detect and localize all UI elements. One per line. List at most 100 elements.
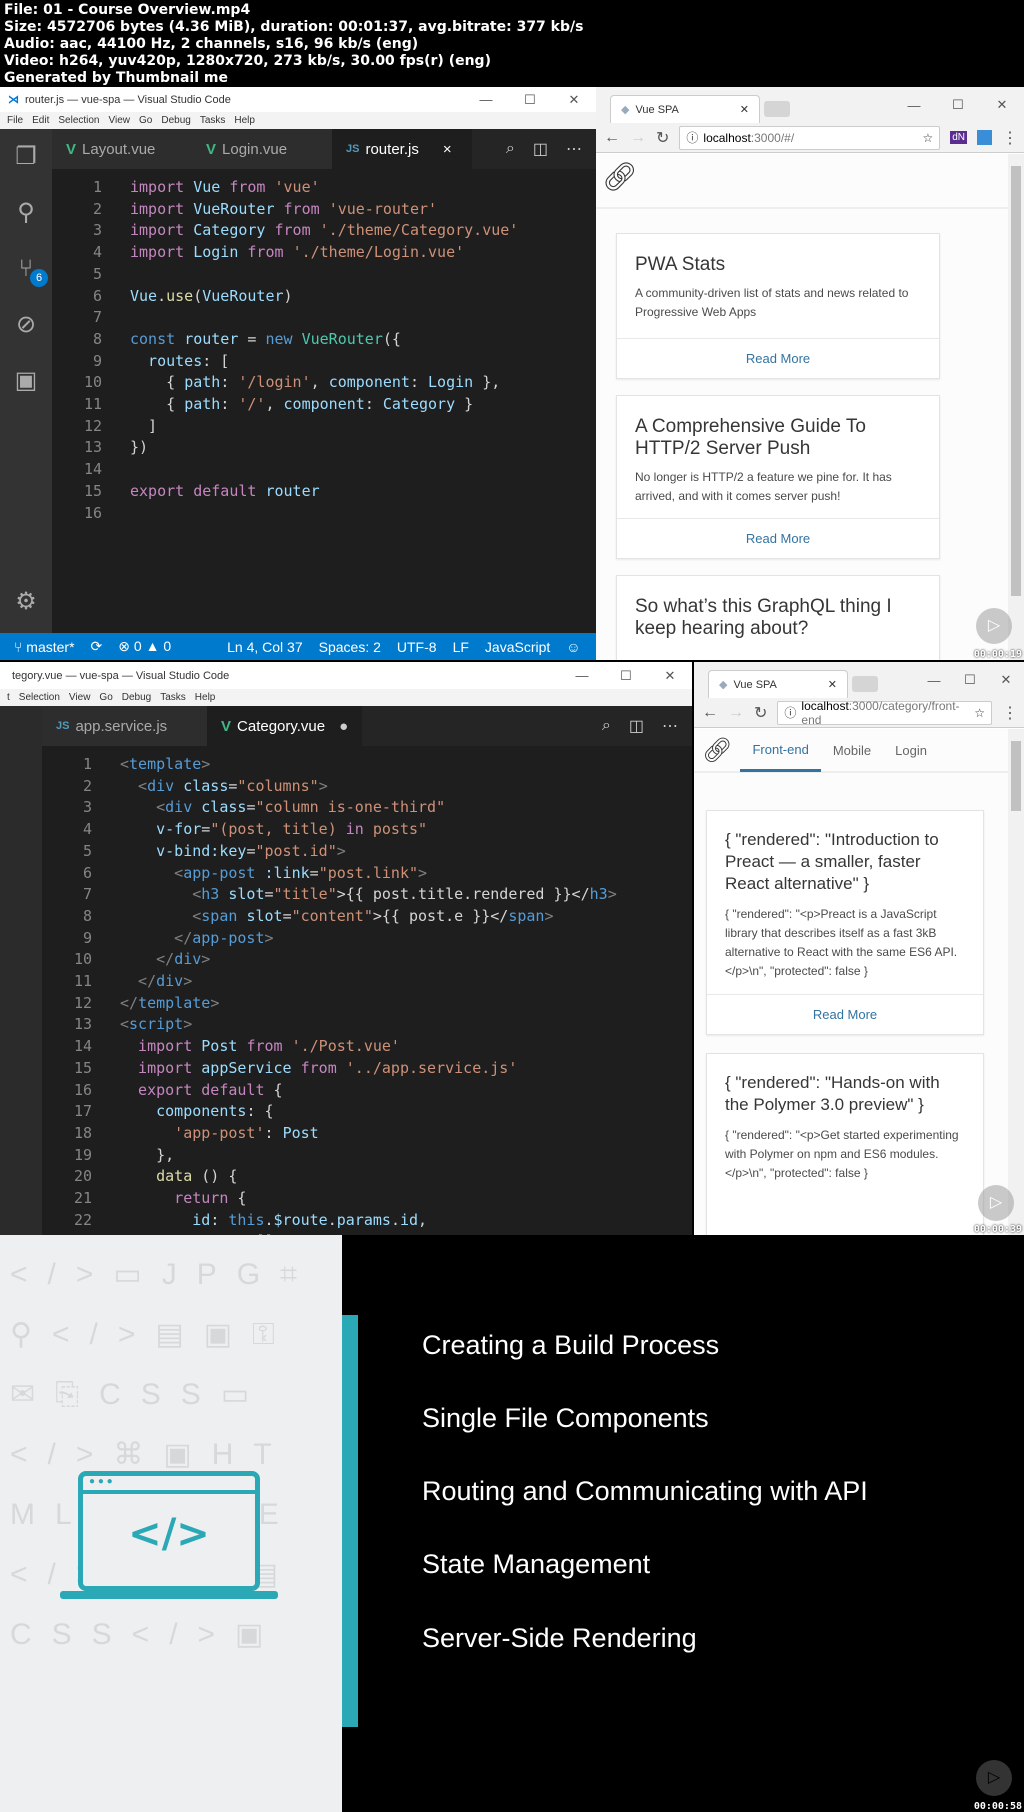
menu-item[interactable]: Debug <box>122 692 151 703</box>
code-line[interactable]: 9 </app-post> <box>42 928 617 950</box>
line-ending[interactable]: LF <box>453 639 469 655</box>
code-line[interactable]: 14 import Post from './Post.vue' <box>42 1036 617 1058</box>
extensions-icon[interactable]: ▣ <box>0 353 52 409</box>
code-line[interactable]: 10 </div> <box>42 949 617 971</box>
code-line[interactable]: 20 data () { <box>42 1166 617 1188</box>
browser-tab[interactable]: ◆ Vue SPA ✕ <box>610 95 760 123</box>
split-editor-icon[interactable]: ◫ <box>533 139 548 159</box>
source-control-icon[interactable]: ⑂ 6 <box>0 241 52 297</box>
git-branch[interactable]: ⑂ master* <box>14 639 75 655</box>
menu-item[interactable]: Selection <box>19 692 60 703</box>
chrome-menu-icon[interactable]: ⋮ <box>1002 128 1018 148</box>
code-line[interactable]: 2 import VueRouter from 'vue-router' <box>52 199 518 221</box>
open-preview-icon[interactable]: ⌕ <box>602 717 611 735</box>
nav-login[interactable]: Login <box>883 743 939 758</box>
code-line[interactable]: 1 import Vue from 'vue' <box>52 177 518 199</box>
menu-item[interactable]: View <box>109 115 131 126</box>
code-line[interactable]: 5 <box>52 264 518 286</box>
close-button[interactable]: ✕ <box>648 668 692 684</box>
settings-gear-icon[interactable]: ⚙ <box>0 574 52 630</box>
reload-icon[interactable]: ↻ <box>754 703 767 723</box>
nav-front-end[interactable]: Front-end <box>740 729 821 772</box>
code-line[interactable]: 1 <template> <box>42 754 617 776</box>
maximize-button[interactable]: ☐ <box>604 668 648 684</box>
menu-item[interactable]: Tasks <box>200 115 226 126</box>
maximize-button[interactable]: ☐ <box>952 672 988 688</box>
code-line[interactable]: 16 export default { <box>42 1080 617 1102</box>
code-line[interactable]: 15 import appService from '../app.servic… <box>42 1058 617 1080</box>
code-line[interactable]: 17 components: { <box>42 1101 617 1123</box>
address-bar[interactable]: ⓘ localhost:3000/#/☆ <box>679 125 941 150</box>
reload-icon[interactable]: ↻ <box>656 128 669 148</box>
language-mode[interactable]: JavaScript <box>485 639 550 655</box>
cursor-position[interactable]: Ln 4, Col 37 <box>227 639 303 655</box>
code-line[interactable]: 18 'app-post': Post <box>42 1123 617 1145</box>
minimize-button[interactable]: — <box>464 92 508 107</box>
encoding[interactable]: UTF-8 <box>397 639 437 655</box>
site-logo-link-icon[interactable]: 🔗︎ <box>694 736 740 765</box>
menu-item[interactable]: Selection <box>58 115 99 126</box>
minimize-button[interactable]: — <box>892 98 936 113</box>
code-line[interactable]: 3 <div class="column is-one-third" <box>42 797 617 819</box>
more-actions-icon[interactable]: ⋯ <box>566 139 582 159</box>
code-line[interactable]: 12 ] <box>52 416 518 438</box>
feedback-smiley-icon[interactable]: ☺ <box>566 639 580 655</box>
chrome-menu-icon[interactable]: ⋮ <box>1002 703 1018 723</box>
code-line[interactable]: 16 <box>52 503 518 525</box>
code-line[interactable]: 7 <h3 slot="title">{{ post.title.rendere… <box>42 884 617 906</box>
tab-layout-vue[interactable]: V Layout.vue <box>52 129 192 169</box>
search-icon[interactable]: ⚲ <box>0 185 52 241</box>
close-button[interactable]: ✕ <box>552 92 596 108</box>
minimize-button[interactable]: — <box>916 673 952 688</box>
read-more-link[interactable]: Read More <box>617 518 939 558</box>
page-scrollbar[interactable] <box>1008 729 1024 1235</box>
code-line[interactable]: 5 v-bind:key="post.id"> <box>42 841 617 863</box>
code-line[interactable]: 8 <span slot="content">{{ post.e }}</spa… <box>42 906 617 928</box>
code-editor[interactable]: 1 <template> 2 <div class="columns"> 3 <div… <box>42 754 617 1235</box>
bookmark-star-icon[interactable]: ☆ <box>974 706 985 720</box>
close-tab-icon[interactable]: ✕ <box>740 103 749 116</box>
nav-mobile[interactable]: Mobile <box>821 743 883 758</box>
code-line[interactable]: 6 <app-post :link="post.link"> <box>42 863 617 885</box>
code-line[interactable]: 14 <box>52 459 518 481</box>
code-line[interactable]: 13}) <box>52 437 518 459</box>
tab-app-service-js[interactable]: JS app.service.js <box>42 706 207 746</box>
address-bar[interactable]: ⓘ localhost:3000/category/front-end ☆ <box>777 699 992 727</box>
code-line[interactable]: 6 Vue.use(VueRouter) <box>52 286 518 308</box>
code-line[interactable]: 2 <div class="columns"> <box>42 776 617 798</box>
menu-item[interactable]: t <box>7 692 10 703</box>
code-line[interactable]: 22 id: this.$route.params.id, <box>42 1210 617 1232</box>
extension-vue-devtools-icon[interactable] <box>977 130 992 145</box>
site-logo-link-icon[interactable]: 🔗︎ <box>596 154 1008 209</box>
read-more-link[interactable]: Read More <box>707 994 983 1034</box>
code-line[interactable]: 9 routes: [ <box>52 351 518 373</box>
menu-item[interactable]: View <box>69 692 91 703</box>
menu-item[interactable]: Edit <box>32 115 49 126</box>
new-tab-button[interactable] <box>852 676 878 692</box>
code-line[interactable]: 11 </div> <box>42 971 617 993</box>
tab-category-vue[interactable]: V Category.vue ● <box>207 706 363 746</box>
code-line[interactable]: 13 <script> <box>42 1014 617 1036</box>
open-preview-icon[interactable]: ⌕ <box>506 140 515 158</box>
close-tab-icon[interactable]: × <box>443 141 452 158</box>
read-more-link[interactable]: Read More <box>617 338 939 378</box>
code-line[interactable]: 10 { path: '/login', component: Login }, <box>52 372 518 394</box>
code-line[interactable]: 4 import Login from './theme/Login.vue' <box>52 242 518 264</box>
split-editor-icon[interactable]: ◫ <box>629 716 644 736</box>
tab-router-js[interactable]: JS router.js × <box>332 129 472 169</box>
maximize-button[interactable]: ☐ <box>936 97 980 113</box>
code-line[interactable]: 19 }, <box>42 1145 617 1167</box>
menu-item[interactable]: Go <box>99 692 112 703</box>
forward-icon[interactable]: → <box>728 704 744 722</box>
code-line[interactable]: 12 </template> <box>42 993 617 1015</box>
problems-indicator[interactable]: ⊗ 0 ▲ 0 <box>118 638 171 655</box>
minimize-button[interactable]: — <box>560 668 604 683</box>
code-line[interactable]: 11 { path: '/', component: Category } <box>52 394 518 416</box>
more-actions-icon[interactable]: ⋯ <box>662 716 678 736</box>
bookmark-star-icon[interactable]: ☆ <box>922 131 933 145</box>
menu-item[interactable]: Debug <box>161 115 190 126</box>
unsaved-dot-icon[interactable]: ● <box>339 718 348 735</box>
new-tab-button[interactable] <box>764 101 790 117</box>
menu-item[interactable]: Tasks <box>160 692 186 703</box>
debug-icon[interactable]: ⊘ <box>0 297 52 353</box>
